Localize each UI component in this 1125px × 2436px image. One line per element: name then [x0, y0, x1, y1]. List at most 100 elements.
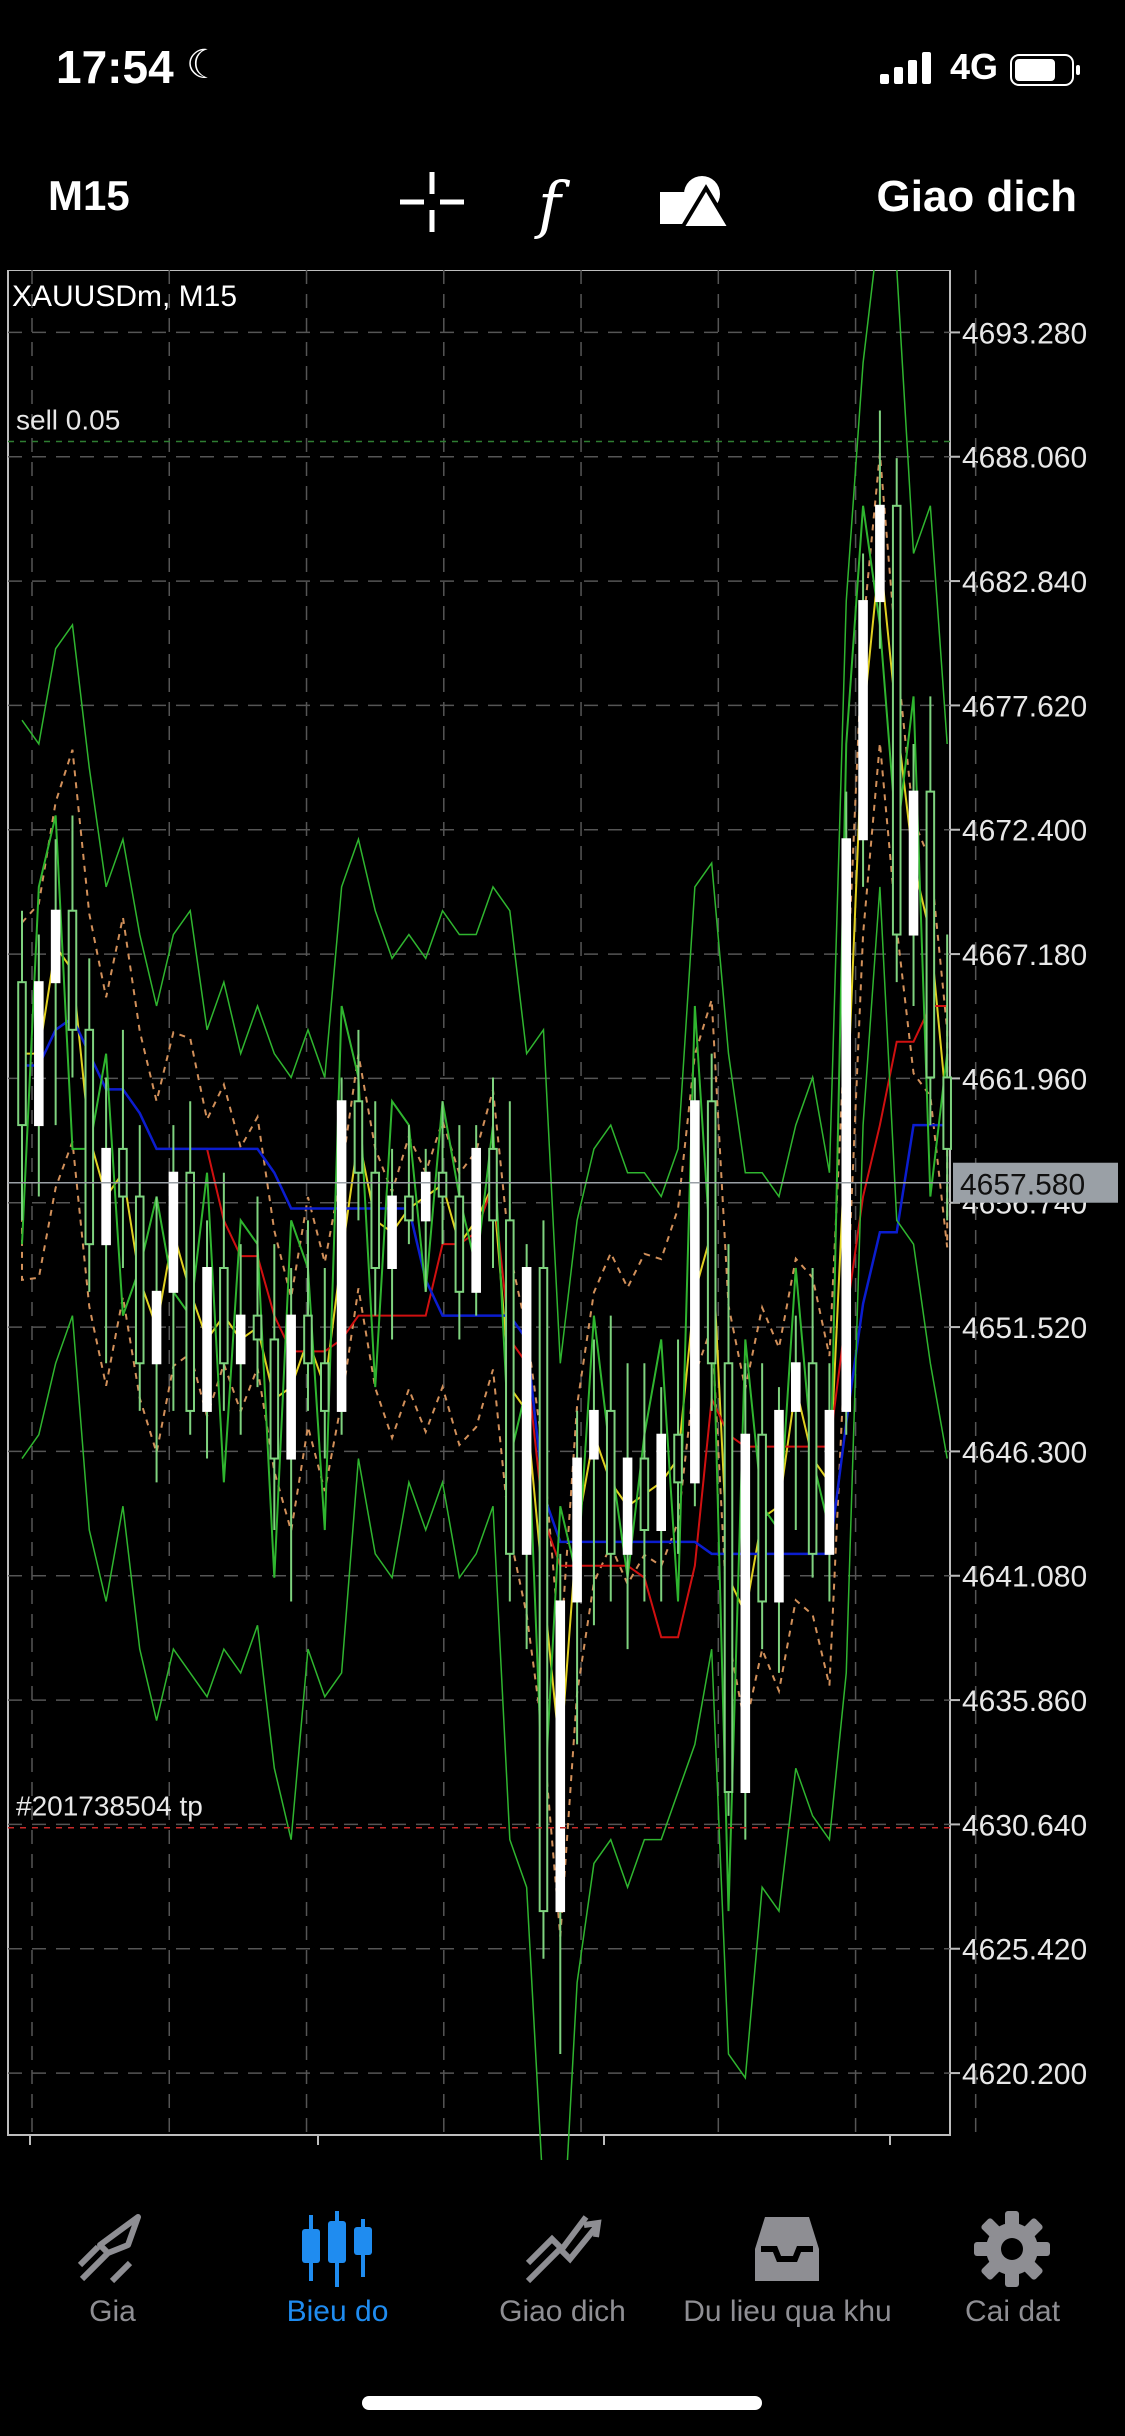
candle: [690, 1100, 700, 1484]
candle: [286, 1314, 296, 1460]
candle: [505, 1219, 515, 1555]
candle: [538, 1267, 549, 1913]
tab-bar: Gia Bieu do Giao dich Du lieu qua khu Ca…: [0, 2195, 1125, 2385]
tab-history-label: Du lieu qua khu: [683, 2295, 892, 2328]
tab-trade[interactable]: Giao dich: [450, 2195, 675, 2355]
candle: [34, 981, 44, 1127]
status-bar: 17:54 ☾ 4G: [0, 0, 1125, 140]
candle: [639, 1457, 650, 1532]
price-label: 4620.200: [962, 2058, 1087, 2091]
moon-icon: ☾: [186, 43, 222, 87]
candle: [320, 1362, 330, 1412]
tab-quotes-label: Gia: [89, 2295, 136, 2328]
price-label: 4646.300: [962, 1436, 1087, 1469]
price-label: 4677.620: [962, 690, 1087, 723]
candle: [656, 1433, 666, 1532]
price-chart[interactable]: 4693.280 4688.060 4682.840 4677.620 4672.400…: [0, 270, 1125, 2160]
candle: [437, 1171, 448, 1198]
price-label: 4672.400: [962, 815, 1087, 848]
price-label: 4635.860: [962, 1685, 1087, 1718]
candle: [404, 1195, 414, 1222]
crosshair-icon[interactable]: [400, 170, 464, 234]
candle: [471, 1147, 481, 1293]
candle: [252, 1314, 263, 1341]
candle: [791, 1362, 801, 1412]
candle: [67, 909, 78, 1031]
candle: [774, 1409, 784, 1603]
candle: [622, 1457, 633, 1555]
candle: [118, 1147, 128, 1198]
chart-toolbar: M15 f Giao dich: [0, 150, 1125, 270]
candle: [521, 1267, 532, 1555]
candle: [353, 1100, 364, 1174]
order-label: #201738504 tp: [16, 1791, 203, 1822]
candle: [17, 981, 27, 1127]
candle: [605, 1409, 616, 1555]
candle: [370, 1171, 381, 1270]
current-price-label: 4657.580: [960, 1169, 1085, 1202]
candle: [202, 1267, 212, 1412]
function-icon[interactable]: f: [534, 170, 582, 242]
network-type: 4G: [950, 46, 999, 87]
price-label: 4625.420: [962, 1934, 1087, 1967]
candle: [841, 838, 852, 1412]
price-label: 4667.180: [962, 939, 1087, 972]
candle: [673, 1433, 683, 1484]
candle: [387, 1195, 397, 1270]
price-label: 4641.080: [962, 1561, 1087, 1594]
candle: [336, 1100, 347, 1412]
candle: [168, 1171, 179, 1293]
tab-history[interactable]: Du lieu qua khu: [675, 2195, 900, 2355]
candles-icon: [302, 2211, 372, 2287]
gear-icon: [974, 2211, 1050, 2287]
price-label: 4688.060: [962, 442, 1087, 475]
candle: [454, 1195, 465, 1293]
candle: [942, 1076, 952, 1150]
candle: [101, 1147, 111, 1246]
price-label: 4682.840: [962, 566, 1087, 599]
candle: [303, 1314, 313, 1365]
candle: [50, 909, 61, 984]
candle: [589, 1409, 599, 1460]
candle: [757, 1433, 767, 1603]
candle: [706, 1100, 717, 1365]
trade-button[interactable]: Giao dich: [877, 172, 1077, 222]
candle: [134, 1195, 145, 1365]
candle: [151, 1290, 162, 1365]
price-label: 4651.520: [962, 1312, 1087, 1345]
tab-settings-label: Cai dat: [964, 2295, 1061, 2328]
candle: [858, 600, 868, 841]
candle: [824, 1409, 835, 1555]
tab-chart[interactable]: Bieu do: [225, 2195, 450, 2355]
inbox-icon: [755, 2217, 819, 2281]
svg-text:f: f: [534, 170, 571, 241]
candle: [875, 504, 885, 603]
trade-icon: [525, 2215, 602, 2284]
home-indicator: [362, 2396, 762, 2410]
objects-icon[interactable]: [656, 170, 728, 242]
candle: [807, 1362, 818, 1555]
quotes-icon: [77, 2214, 141, 2284]
timeframe-button[interactable]: M15: [48, 172, 130, 220]
candle: [185, 1171, 195, 1412]
candle: [908, 790, 919, 936]
tab-chart-label: Bieu do: [286, 2295, 389, 2328]
candle: [723, 1362, 734, 1794]
tab-trade-label: Giao dich: [499, 2295, 626, 2328]
tab-settings[interactable]: Cai dat: [900, 2195, 1125, 2355]
candle: [555, 1600, 566, 1913]
tab-quotes[interactable]: Gia: [0, 2195, 225, 2355]
candle: [219, 1267, 229, 1365]
candle: [235, 1314, 246, 1365]
battery-icon: [1010, 54, 1080, 86]
candle: [925, 790, 936, 1079]
price-label: 4661.960: [962, 1063, 1087, 1096]
candle: [891, 504, 902, 936]
candle: [269, 1338, 280, 1460]
price-label: 4630.640: [962, 1809, 1087, 1842]
symbol-label: XAUUSDm, M15: [12, 280, 237, 313]
signal-icon: [880, 52, 931, 84]
candle: [420, 1171, 431, 1222]
price-label: 4693.280: [962, 317, 1087, 350]
order-label: sell 0.05: [16, 404, 120, 435]
